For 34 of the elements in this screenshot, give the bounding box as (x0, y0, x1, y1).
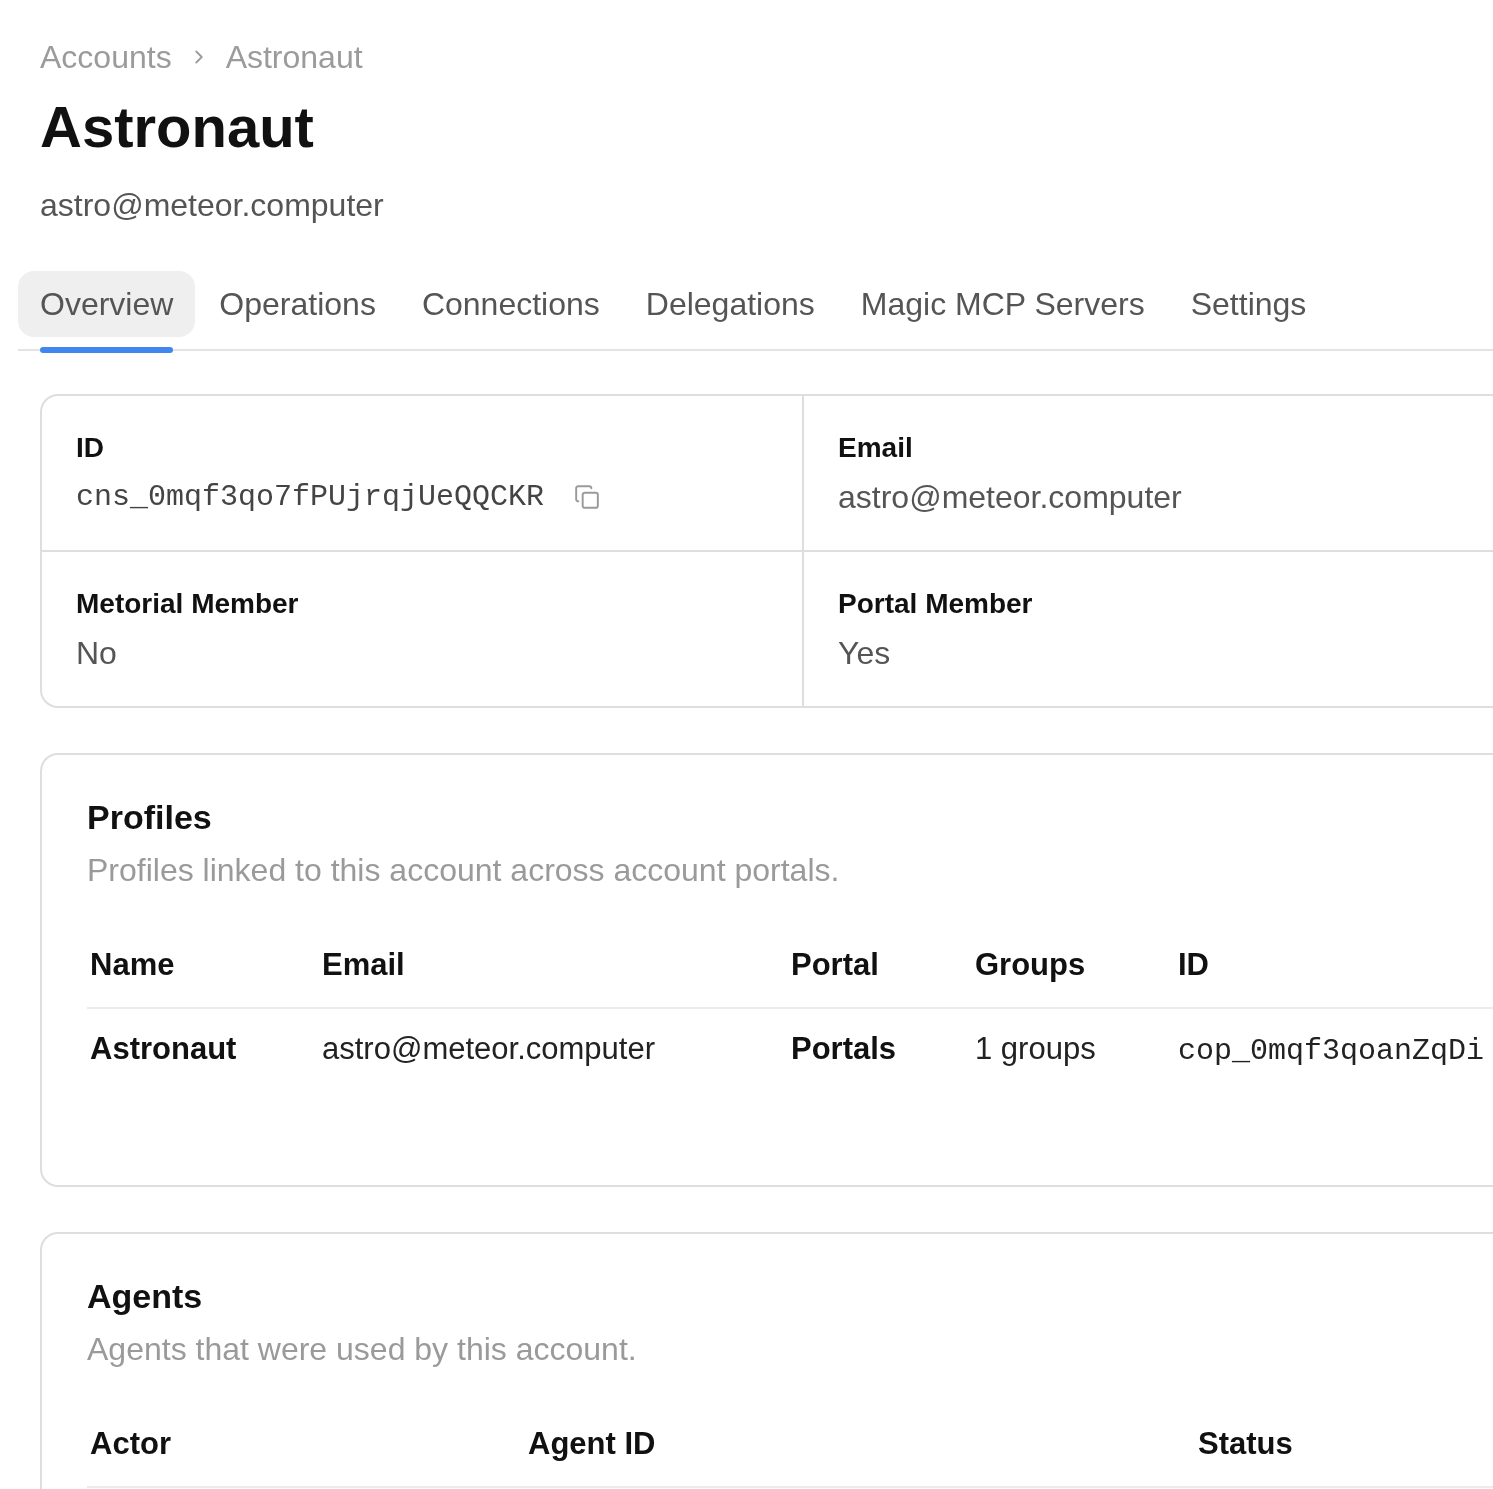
field-value: No (76, 635, 117, 671)
table-cell: Portals (791, 1030, 897, 1066)
page-title: Astronaut (40, 95, 315, 159)
tab[interactable]: Overview (18, 271, 196, 337)
column-header: Email (322, 947, 405, 982)
section-description: Profiles linked to this account across account portals. (87, 852, 841, 888)
table-cell: Astronaut (90, 1030, 237, 1066)
field-label: Metorial Member (76, 588, 299, 619)
column-header: Name (90, 947, 175, 982)
tab[interactable]: Operations (197, 271, 398, 337)
column-header: Actor (90, 1426, 171, 1461)
section-title: Profiles (87, 797, 213, 837)
column-header: Status (1198, 1426, 1293, 1461)
tab[interactable]: Magic MCP Servers (838, 271, 1167, 337)
column-header: ID (1178, 947, 1209, 982)
table-cell: astro@meteor.computer (322, 1030, 655, 1066)
section-description: Agents that were used by this account. (87, 1331, 638, 1367)
field-value: cns_0mqf3qo7fPUjrqjUeQQCKR (76, 479, 545, 515)
column-header: Portal (791, 947, 879, 982)
field-value: Yes (838, 635, 891, 671)
section-title: Agents (87, 1276, 204, 1316)
field-label: Portal Member (838, 588, 1033, 619)
field-label: ID (76, 432, 104, 463)
column-header: Groups (975, 947, 1086, 982)
page-subtitle: astro@meteor.computer (40, 187, 385, 223)
column-header: Agent ID (528, 1426, 656, 1461)
tab[interactable]: Settings (1168, 271, 1329, 337)
tab[interactable]: Connections (399, 271, 622, 337)
field-label: Email (838, 432, 913, 463)
field-value: astro@meteor.computer (838, 479, 1182, 515)
table-cell: 1 groups (975, 1030, 1096, 1066)
table-cell: cop_0mqf3qoanZqDi (1178, 1033, 1485, 1068)
tab[interactable]: Delegations (623, 271, 837, 337)
copy-icon[interactable] (574, 484, 601, 510)
